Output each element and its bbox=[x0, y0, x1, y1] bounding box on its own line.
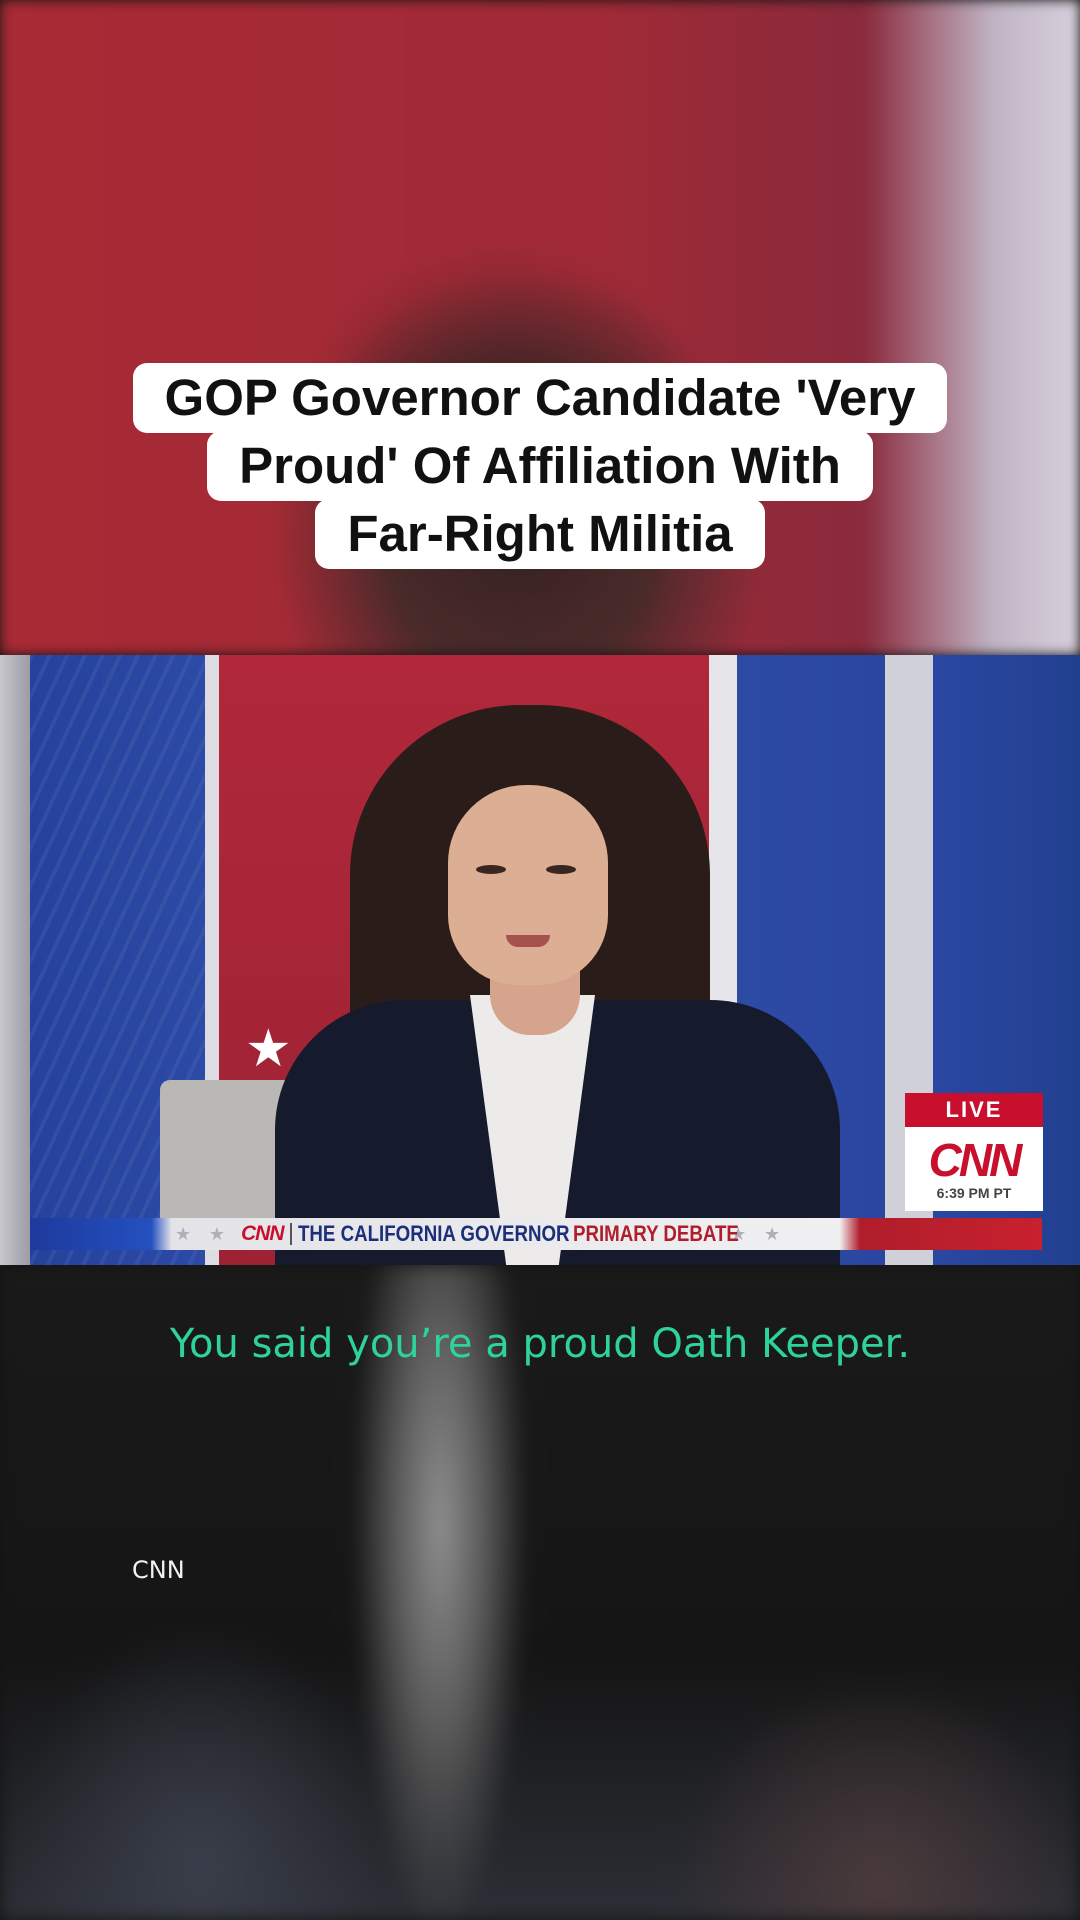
cnn-logo: CNN bbox=[928, 1134, 1023, 1186]
anchor-eye-right bbox=[546, 865, 576, 874]
ticker-title-part2: PRIMARY DEBATE bbox=[572, 1221, 739, 1246]
headline-line-3: Far-Right Militia bbox=[315, 499, 765, 569]
source-label: CNN bbox=[132, 1556, 185, 1584]
live-label: LIVE bbox=[905, 1093, 1043, 1127]
live-bug: LIVE CNN 6:39 PM PT bbox=[905, 1093, 1043, 1211]
anchor-mouth bbox=[506, 935, 550, 947]
anchor-face bbox=[448, 785, 608, 985]
anchor-eye-left bbox=[476, 865, 506, 874]
ticker-divider bbox=[289, 1223, 292, 1245]
lower-third-content: ★ ★ CNN THE CALIFORNIA GOVERNOR PRIMARY … bbox=[175, 1218, 786, 1250]
headline-line-2: Proud' Of Affiliation With bbox=[207, 431, 873, 501]
video-frame[interactable]: ★ ★ ★ CNN THE CALIFORNIA GOVERNOR PRIMAR… bbox=[0, 655, 1080, 1265]
ticker-cnn-logo: CNN bbox=[241, 1222, 284, 1245]
ticker-stars-left-icon: ★ ★ bbox=[175, 1223, 231, 1245]
live-time: 6:39 PM PT bbox=[936, 1185, 1012, 1201]
subtitle-caption: You said you’re a proud Oath Keeper. bbox=[169, 1321, 911, 1367]
headline: GOP Governor Candidate 'Very Proud' Of A… bbox=[0, 363, 1080, 569]
star-icon: ★ bbox=[245, 1019, 292, 1079]
studio-panel-white-edge bbox=[0, 655, 30, 1265]
headline-line-1: GOP Governor Candidate 'Very bbox=[132, 363, 948, 433]
live-box: CNN 6:39 PM PT bbox=[905, 1127, 1043, 1211]
ticker-title-part1: THE CALIFORNIA GOVERNOR bbox=[297, 1221, 570, 1246]
